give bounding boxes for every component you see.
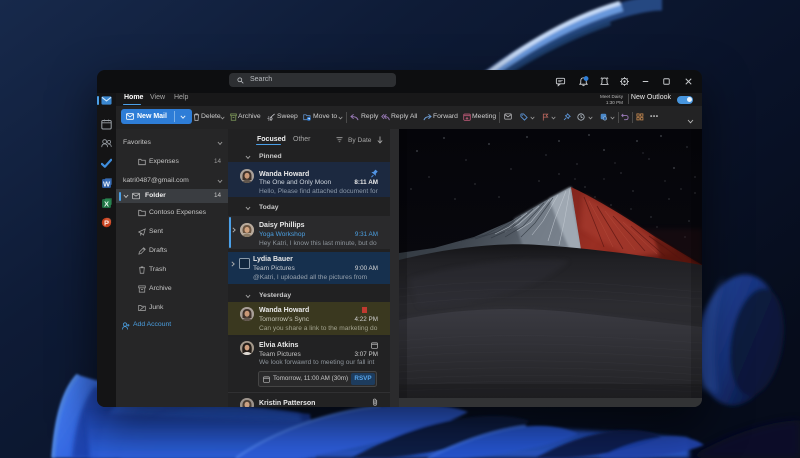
svg-text:W: W bbox=[103, 180, 111, 189]
svg-text:P: P bbox=[104, 218, 109, 227]
svg-text:X: X bbox=[104, 200, 109, 209]
